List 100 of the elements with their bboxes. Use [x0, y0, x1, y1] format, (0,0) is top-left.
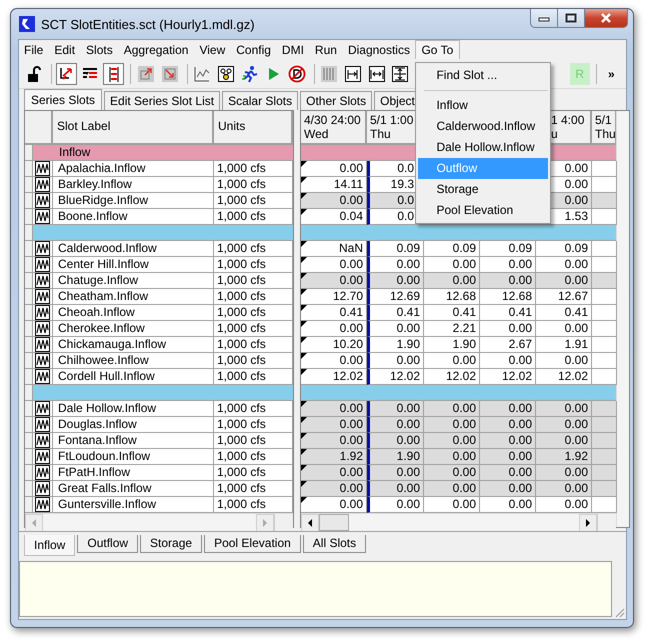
zigzag-icon[interactable] [35, 305, 50, 320]
slot-label[interactable]: Douglas.Inflow [53, 417, 214, 433]
tab[interactable]: Outflow [77, 535, 138, 553]
scroll-left-icon[interactable] [301, 514, 319, 532]
table-cell: 1,000 cfs [214, 273, 293, 289]
scroll-right-icon[interactable] [579, 514, 597, 532]
zigzag-icon[interactable] [35, 241, 50, 256]
menu-item[interactable]: Go To [415, 40, 460, 59]
slot-label[interactable]: Chickamauga.Inflow [53, 337, 214, 353]
tab[interactable]: Pool Elevation [204, 535, 301, 553]
slot-label[interactable]: Chilhowee.Inflow [53, 353, 214, 369]
menu-item[interactable]: Diagnostics [342, 41, 416, 59]
tab[interactable]: Storage [140, 535, 202, 553]
fit-icon[interactable] [368, 65, 386, 83]
horizontal-scrollbar[interactable] [301, 513, 616, 531]
slot-label[interactable]: Chatuge.Inflow [53, 273, 214, 289]
tab[interactable]: All Slots [302, 535, 366, 553]
zigzag-icon[interactable] [35, 401, 50, 416]
slot-label[interactable]: Calderwood.Inflow [53, 241, 214, 257]
slot-label[interactable]: FtLoudoun.Inflow [53, 449, 214, 465]
stripes-icon[interactable] [320, 65, 338, 83]
tab[interactable]: Scalar Slots [222, 91, 298, 110]
stop-icon[interactable] [288, 65, 306, 83]
zigzag-icon[interactable] [35, 289, 50, 304]
zigzag-icon[interactable] [35, 353, 50, 368]
slot-label[interactable]: Barkley.Inflow [53, 177, 214, 193]
tab[interactable]: Series Slots [24, 89, 102, 110]
table-cell: 1,000 cfs [214, 465, 293, 481]
scroll-thumb[interactable] [319, 514, 349, 531]
diagram-icon[interactable] [216, 65, 235, 83]
slot-label[interactable]: FtPatH.Inflow [53, 465, 214, 481]
vertical-scrollbar[interactable] [616, 111, 629, 527]
column-header[interactable]: 4/30 24:00 Wed [301, 111, 367, 145]
zigzag-icon[interactable] [35, 321, 50, 336]
zigzag-icon[interactable] [35, 449, 50, 464]
menu-item[interactable]: Edit [48, 41, 81, 59]
zigzag-icon[interactable] [35, 161, 50, 176]
table-cell: 1,000 cfs [214, 337, 293, 353]
chart-icon[interactable] [193, 65, 212, 83]
column-header[interactable]: 5/1 Thu [592, 111, 617, 145]
tab[interactable]: Other Slots [300, 91, 372, 110]
zigzag-icon[interactable] [35, 369, 50, 384]
slot-label[interactable]: Cherokee.Inflow [53, 321, 214, 337]
zigzag-icon[interactable] [35, 257, 50, 272]
menu-item[interactable]: Find Slot ... [418, 65, 548, 86]
tab[interactable]: Edit Series Slot List [104, 91, 220, 110]
table-cell: 0.00 [367, 401, 424, 417]
cell-value: 0.00 [340, 321, 363, 335]
table-cell: 0.00 [424, 401, 480, 417]
zigzag-icon[interactable] [35, 433, 50, 448]
slot-label[interactable]: Center Hill.Inflow [53, 257, 214, 273]
slot-label[interactable]: Cheatham.Inflow [53, 289, 214, 305]
table-cell: 1,000 cfs [214, 177, 293, 193]
zigzag-icon[interactable] [35, 209, 50, 224]
menu-item[interactable]: DMI [276, 41, 310, 59]
corner-mark-icon [301, 369, 307, 375]
zigzag-icon[interactable] [35, 337, 50, 352]
cell-value: 12.02 [332, 369, 363, 383]
slot-label[interactable]: Fontana.Inflow [53, 433, 214, 449]
menu-item[interactable]: Run [309, 41, 342, 59]
zigzag-icon[interactable] [35, 177, 50, 192]
slot-label[interactable]: BlueRidge.Inflow [53, 193, 214, 209]
runner-icon[interactable] [240, 65, 259, 83]
zigzag-icon[interactable] [35, 465, 50, 480]
zigzag-icon[interactable] [35, 497, 50, 512]
slot-label[interactable]: Apalachia.Inflow [53, 161, 214, 177]
menu-item[interactable]: Aggregation [118, 41, 194, 59]
minimize-button[interactable] [530, 9, 558, 28]
close-button[interactable] [585, 9, 628, 28]
cell-value: 1.92 [340, 449, 363, 463]
resize-grip-icon[interactable] [613, 606, 625, 618]
arrow-out-icon[interactable] [137, 65, 156, 83]
arrow-in-icon[interactable] [160, 65, 179, 83]
table-cell: 2.67 [480, 337, 536, 353]
column-header[interactable]: Slot Label [53, 111, 214, 145]
zigzag-icon[interactable] [35, 481, 50, 496]
cell-value: 14.11 [334, 177, 363, 191]
menu-item[interactable]: File [19, 41, 49, 59]
zigzag-icon[interactable] [35, 417, 50, 432]
table-cell: 0.00 [424, 353, 480, 369]
tab[interactable]: Inflow [24, 535, 76, 556]
slot-label[interactable]: Cheoah.Inflow [53, 305, 214, 321]
cell-value: 0.00 [340, 193, 363, 207]
maximize-icon[interactable] [565, 13, 577, 23]
table-cell: 0.00 [424, 465, 480, 481]
overflow-button[interactable]: » [600, 63, 622, 85]
menu-item[interactable]: Config [230, 41, 276, 59]
zigzag-icon[interactable] [35, 193, 50, 208]
corner-mark-icon [301, 449, 307, 455]
fit-icon[interactable] [391, 65, 410, 83]
column-header[interactable]: Units [214, 111, 293, 145]
table-cell: 0.09 [480, 241, 536, 257]
slot-label[interactable]: Dale Hollow.Inflow [53, 401, 214, 417]
slot-label[interactable]: Great Falls.Inflow [53, 481, 214, 497]
maximize-button[interactable] [558, 9, 585, 28]
menu-item[interactable]: Slots [80, 41, 118, 59]
fit-icon[interactable] [344, 65, 362, 83]
close-icon[interactable] [599, 13, 613, 23]
zigzag-icon[interactable] [35, 273, 50, 288]
menu-item[interactable]: View [194, 41, 231, 59]
